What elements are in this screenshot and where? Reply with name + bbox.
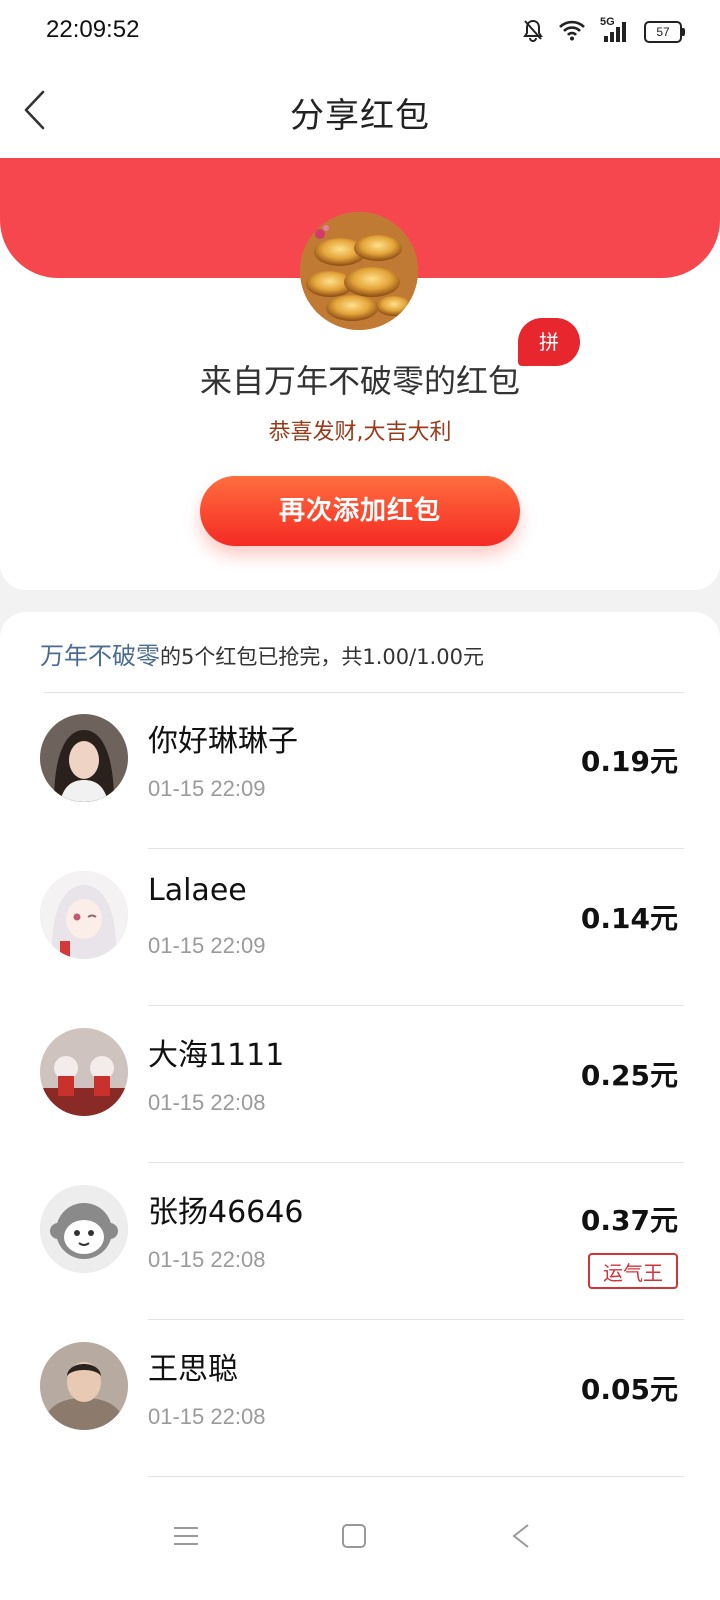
claim-time: 01-15 22:09	[148, 933, 266, 958]
summary-text: 的5个红包已抢完，共1.00/1.00元	[160, 645, 484, 669]
user-avatar[interactable]	[40, 1342, 128, 1430]
blessing-text: 恭喜发财,大吉大利	[268, 420, 452, 445]
user-avatar[interactable]	[40, 714, 128, 802]
user-avatar[interactable]	[40, 871, 128, 959]
battery-icon: 57	[644, 21, 685, 43]
claim-time: 01-15 22:08	[148, 1404, 266, 1429]
user-name: 王思聪	[148, 1352, 238, 1387]
add-red-packet-again-button[interactable]: 再次添加红包	[200, 476, 520, 546]
wifi-icon	[558, 19, 586, 45]
packet-source-title: 来自万年不破零的红包	[199, 362, 520, 400]
user-name: 你好琳琳子	[148, 724, 298, 759]
claim-amount: 0.25元	[580, 1059, 678, 1092]
claim-summary: 万年不破零的5个红包已抢完，共1.00/1.00元	[40, 636, 680, 671]
claim-amount: 0.37元	[580, 1204, 678, 1237]
claim-time: 01-15 22:09	[148, 776, 266, 801]
claim-amount: 0.14元	[580, 902, 678, 935]
mute-bell-icon	[522, 18, 544, 46]
system-navigation-bar	[0, 1488, 720, 1600]
claim-amount: 0.19元	[580, 745, 678, 778]
claim-record-row: 王思聪 01-15 22:08 0.05元	[0, 1320, 720, 1477]
menu-icon[interactable]	[172, 1522, 200, 1554]
claim-time: 01-15 22:08	[148, 1247, 266, 1272]
claim-time: 01-15 22:08	[148, 1090, 266, 1115]
user-name: 大海1111	[148, 1038, 285, 1073]
back-nav-icon[interactable]	[508, 1522, 536, 1554]
user-name: 张扬46646	[148, 1195, 304, 1230]
claim-records-card: 万年不破零的5个红包已抢完，共1.00/1.00元 你好琳琳子 01-15 22…	[0, 612, 720, 1512]
claim-record-row: 张扬46646 01-15 22:08 0.37元 运气王	[0, 1163, 720, 1320]
status-icons: 5G 57	[522, 16, 685, 46]
summary-sender-name[interactable]: 万年不破零	[40, 642, 160, 670]
claim-record-row: Lalaee 01-15 22:09 0.14元	[0, 849, 720, 1006]
claim-record-row: 大海1111 01-15 22:08 0.25元	[0, 1006, 720, 1163]
luckiest-badge: 运气王	[588, 1253, 678, 1289]
user-avatar[interactable]	[40, 1185, 128, 1273]
claim-amount: 0.05元	[580, 1373, 678, 1406]
status-time: 22:09:52	[46, 16, 140, 43]
user-name: Lalaee	[148, 873, 247, 908]
cellular-signal-icon: 5G	[600, 16, 630, 44]
red-packet-hero: 拼 来自万年不破零的红包 恭喜发财,大吉大利 再次添加红包	[0, 158, 720, 590]
status-bar: 22:09:52 5G 57	[0, 0, 720, 64]
sender-avatar	[300, 212, 418, 330]
row-divider	[148, 1476, 684, 1477]
nav-bar: 分享红包	[0, 64, 720, 158]
claim-record-row: 你好琳琳子 01-15 22:09 0.19元	[0, 692, 720, 849]
page-title: 分享红包	[290, 96, 430, 136]
user-avatar[interactable]	[40, 1028, 128, 1116]
home-icon[interactable]	[340, 1522, 368, 1554]
